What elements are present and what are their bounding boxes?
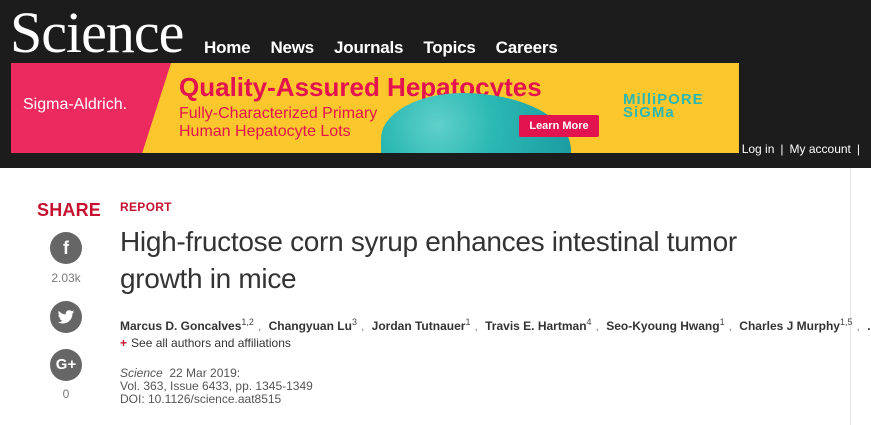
author-affiliation: 1 — [465, 317, 471, 327]
see-all-authors-link[interactable]: + See all authors and affiliations — [120, 336, 291, 350]
ad-partner-logo: MilliPORE SiGMa — [623, 92, 704, 120]
facebook-share-button[interactable]: f — [50, 232, 82, 264]
author-affiliation: 1,2 — [241, 317, 254, 327]
author-affiliation: 1 — [719, 317, 725, 327]
google-plus-share-button[interactable]: G+ — [50, 349, 82, 381]
authors-ellipsis: ... — [867, 319, 871, 333]
author-name[interactable]: Marcus D. Goncalves — [120, 319, 241, 333]
nav-topics[interactable]: Topics — [423, 38, 476, 58]
citation-date: 22 Mar 2019: — [169, 366, 241, 380]
site-header: Science Home News Journals Topics Career… — [0, 0, 871, 168]
ad-banner[interactable]: Sigma-Aldrich. Quality-Assured Hepatocyt… — [11, 63, 739, 153]
google-plus-icon: G+ — [55, 356, 77, 373]
share-heading: SHARE — [37, 200, 102, 220]
citation-doi: DOI: 10.1126/science.aat8515 — [120, 392, 282, 406]
article-title: High-fructose corn syrup enhances intest… — [120, 226, 737, 294]
ad-subtitle-line1: Fully-Characterized Primary — [179, 105, 378, 122]
google-plus-share-count: 0 — [62, 387, 70, 401]
ad-brand: Sigma-Aldrich. — [23, 96, 128, 113]
twitter-icon — [57, 310, 75, 324]
account-separator: | — [856, 142, 860, 156]
author-list: Marcus D. Goncalves1,2, Changyuan Lu3, J… — [120, 317, 871, 333]
main-nav: Home News Journals Topics Careers — [204, 38, 578, 58]
science-logo[interactable]: Science — [10, 2, 184, 64]
article-type-label: REPORT — [120, 200, 172, 214]
author-affiliation: 1,5 — [839, 317, 853, 327]
author-name[interactable]: Seo-Kyoung Hwang — [606, 319, 719, 333]
facebook-share-count: 2.03k — [51, 271, 81, 285]
author-name[interactable]: Jordan Tutnauer — [372, 319, 466, 333]
see-all-label: See all authors and affiliations — [131, 336, 291, 350]
article-content: SHARE f 2.03k G+ 0 REPORT High-fructose … — [11, 168, 871, 425]
ad-subtitle: Fully-Characterized Primary Human Hepato… — [179, 105, 377, 141]
nav-journals[interactable]: Journals — [334, 38, 403, 58]
author-affiliation: 4 — [586, 317, 592, 327]
facebook-icon: f — [63, 238, 69, 258]
author-name[interactable]: Travis E. Hartman — [485, 319, 586, 333]
account-links: Log in | My account | — [739, 142, 863, 156]
nav-home[interactable]: Home — [204, 38, 251, 58]
author-name[interactable]: Changyuan Lu — [269, 319, 352, 333]
citation-journal: Science — [120, 366, 163, 380]
my-account-link[interactable]: My account — [790, 142, 851, 156]
citation-block: Science 22 Mar 2019: Vol. 363, Issue 643… — [120, 367, 313, 406]
ad-learn-more-button[interactable]: Learn More — [519, 115, 599, 137]
nav-careers[interactable]: Careers — [496, 38, 558, 58]
account-separator: | — [780, 142, 784, 156]
ad-subtitle-line2: Human Hepatocyte Lots — [179, 123, 351, 140]
plus-icon: + — [120, 336, 128, 350]
login-link[interactable]: Log in — [742, 142, 775, 156]
author-affiliation: 3 — [351, 317, 357, 327]
nav-news[interactable]: News — [270, 38, 314, 58]
twitter-share-button[interactable] — [50, 301, 82, 333]
author-name[interactable]: Charles J Murphy — [739, 319, 840, 333]
